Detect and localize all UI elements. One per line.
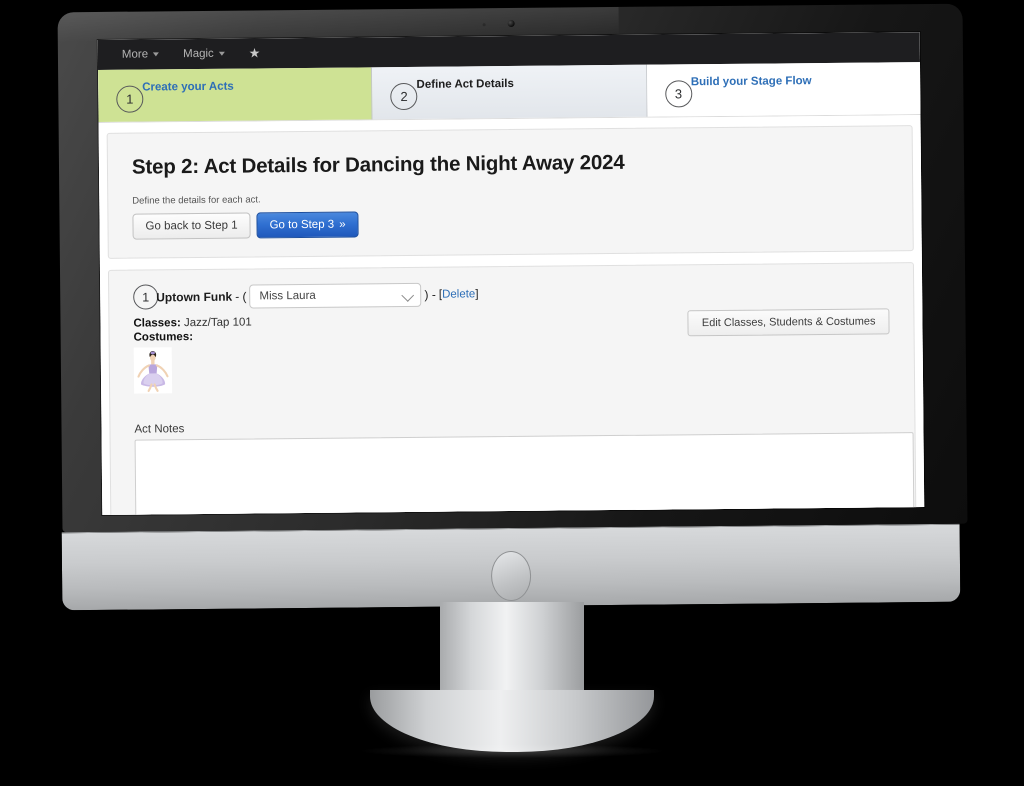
wizard-step-2[interactable]: 2 Define Act Details [372, 64, 648, 120]
go-to-step-3-label: Go to Step 3 [269, 218, 335, 232]
act-number-badge: 1 [133, 284, 159, 311]
chevron-down-icon [153, 52, 160, 57]
act-card: 1 Uptown Funk - ( Miss Laura ) - [ Delet… [107, 262, 917, 515]
star-icon[interactable]: ★ [239, 41, 271, 65]
nav-item-magic[interactable]: Magic [173, 44, 235, 65]
delete-bracket-close: ] [475, 288, 479, 301]
back-to-step-1-button[interactable]: Go back to Step 1 [132, 212, 251, 241]
wizard-step-1[interactable]: 1 Create your Acts [98, 67, 373, 122]
delete-act-link[interactable]: Delete [442, 288, 475, 300]
double-chevron-right-icon: » [339, 218, 346, 231]
classes-value: Jazz/Tap 101 [183, 316, 252, 330]
act-title: Uptown Funk [156, 289, 233, 305]
act-notes-block: Act Notes [110, 417, 915, 515]
wizard-step-3[interactable]: 3 Build your Stage Flow [646, 62, 921, 117]
ballerina-costume-icon [133, 347, 173, 394]
web-page: More Magic ★ 1 Create your Acts 2 Define… [97, 32, 925, 515]
step-2-label: Define Act Details [416, 77, 514, 91]
monitor-stand-foot [370, 690, 654, 752]
chevron-down-icon [218, 51, 225, 56]
step-3-label: Build your Stage Flow [690, 75, 812, 89]
act-details: Edit Classes, Students & Costumes Classe… [109, 308, 914, 409]
nav-item-more-label: More [121, 48, 149, 61]
screenshot-stage: More Magic ★ 1 Create your Acts 2 Define… [0, 0, 1024, 786]
nav-item-more[interactable]: More [112, 44, 169, 65]
nav-item-magic-label: Magic [183, 47, 214, 61]
step-3-number: 3 [664, 80, 693, 108]
page-title: Step 2: Act Details for Dancing the Nigh… [131, 150, 625, 179]
costumes-label: Costumes: [133, 331, 194, 345]
header-card: Step 2: Act Details for Dancing the Nigh… [106, 125, 914, 260]
step-2-number: 2 [390, 82, 418, 111]
classes-label: Classes: [133, 317, 181, 331]
page-subtitle: Define the details for each act. [132, 194, 261, 207]
teacher-select[interactable]: Miss Laura [249, 282, 422, 309]
act-header-row: 1 Uptown Funk - ( Miss Laura ) - [ Delet… [109, 264, 913, 317]
teacher-select-value: Miss Laura [259, 289, 316, 303]
step-1-label: Create your Acts [142, 80, 234, 94]
act-close-paren: ) - [424, 287, 436, 302]
page-body: Step 2: Act Details for Dancing the Nigh… [98, 115, 925, 515]
step-1-number: 1 [116, 85, 144, 113]
act-open-paren: - ( [235, 289, 247, 304]
edit-classes-students-costumes-button[interactable]: Edit Classes, Students & Costumes [687, 308, 890, 337]
wizard-nav-buttons: Go back to Step 1 Go to Step 3 » [132, 206, 888, 241]
act-notes-textarea[interactable] [134, 432, 915, 515]
monitor-screen: More Magic ★ 1 Create your Acts 2 Define… [97, 32, 925, 515]
webcam-icon [507, 19, 515, 28]
go-to-step-3-button[interactable]: Go to Step 3 » [256, 211, 359, 239]
stand-shadow [362, 744, 662, 758]
brand-logo [490, 550, 532, 602]
monitor-chin [61, 523, 961, 611]
costume-thumbnail[interactable] [133, 347, 173, 394]
wizard-step-bar: 1 Create your Acts 2 Define Act Details … [98, 62, 921, 123]
chevron-down-icon [401, 289, 415, 302]
